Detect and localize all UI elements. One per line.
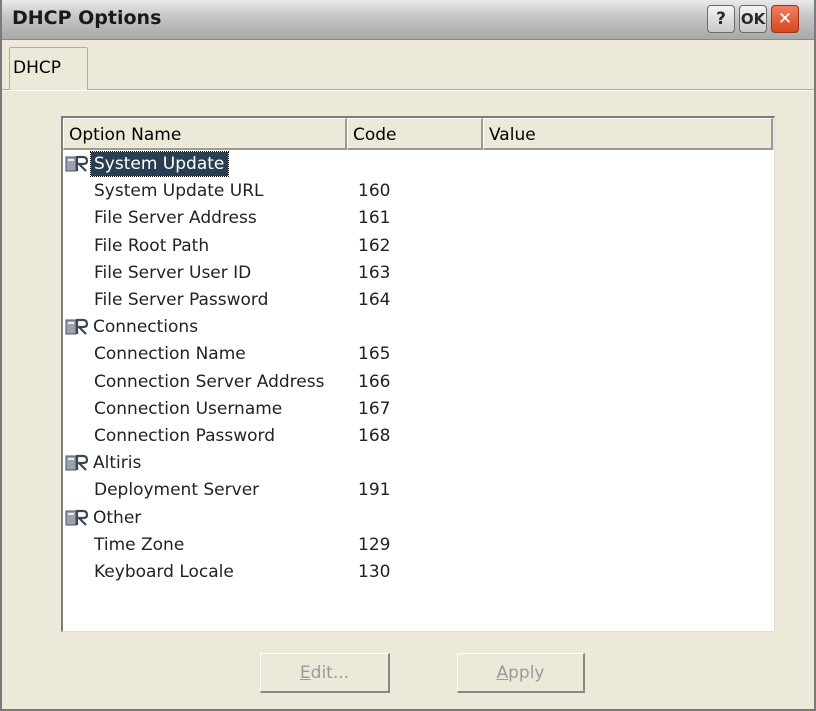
option-code: 165 xyxy=(358,344,391,365)
apply-label-rest: pply xyxy=(508,662,545,683)
option-code: 163 xyxy=(358,262,391,283)
option-name: File Server Password xyxy=(94,290,269,310)
option-name: Connection Password xyxy=(94,426,275,446)
column-header-code[interactable]: Code xyxy=(347,118,483,150)
option-name: Other xyxy=(93,507,142,528)
option-name: Connection Username xyxy=(94,398,283,419)
apply-button[interactable]: Apply xyxy=(457,653,585,693)
help-button[interactable]: ? xyxy=(707,5,735,33)
option-code: 161 xyxy=(358,208,391,229)
table-row[interactable]: Connection Password 168 xyxy=(63,423,774,450)
apply-mnemonic: A xyxy=(496,662,509,683)
option-code: 160 xyxy=(358,181,391,202)
table-row[interactable]: Keyboard Locale 130 xyxy=(63,559,774,586)
column-header-option-name[interactable]: Option Name xyxy=(63,118,347,150)
table-row[interactable]: Connection Server Address 166 xyxy=(63,369,774,396)
table-row[interactable]: Connection Name 165 xyxy=(63,341,774,368)
option-code: 166 xyxy=(358,371,391,392)
option-name: System Update xyxy=(89,151,230,177)
table-row[interactable]: Time Zone 129 xyxy=(63,532,774,559)
option-name: Connection Server Address xyxy=(94,371,325,392)
option-name: File Server User ID xyxy=(94,262,252,283)
title-bar[interactable]: DHCP Options ? OK ✕ xyxy=(2,0,814,40)
option-code: 164 xyxy=(358,290,391,310)
option-code: 191 xyxy=(358,480,391,501)
window-title: DHCP Options xyxy=(12,7,162,29)
table-row[interactable]: File Server Address 161 xyxy=(63,205,774,232)
folder-key-icon xyxy=(65,319,89,335)
edit-mnemonic: E xyxy=(299,662,311,683)
option-code: 162 xyxy=(358,235,391,256)
list-group-row[interactable]: Connections xyxy=(63,314,774,341)
folder-key-icon xyxy=(65,509,89,526)
option-name: Altiris xyxy=(93,453,142,474)
table-row[interactable]: Deployment Server 191 xyxy=(63,477,774,504)
option-code: 167 xyxy=(358,398,391,419)
option-code: 130 xyxy=(358,562,391,582)
option-name: Time Zone xyxy=(94,534,185,555)
option-name: System Update URL xyxy=(94,181,264,202)
folder-key-icon xyxy=(65,155,89,172)
list-group-row[interactable]: Altiris xyxy=(63,450,774,477)
option-code: 129 xyxy=(358,534,391,555)
dhcp-options-window: DHCP Options ? OK ✕ DHCP Option Name Cod… xyxy=(0,0,816,711)
list-group-row[interactable]: System Update xyxy=(63,151,774,178)
option-name: Deployment Server xyxy=(94,480,260,501)
option-code: 168 xyxy=(358,426,391,446)
option-name: Connections xyxy=(93,317,199,338)
option-name: Connection Name xyxy=(94,344,246,365)
table-row[interactable]: Connection Username 167 xyxy=(63,396,774,423)
list-header: Option Name Code Value xyxy=(63,118,774,150)
table-row[interactable]: File Root Path 162 xyxy=(63,233,774,260)
table-row[interactable]: File Server User ID 163 xyxy=(63,260,774,287)
close-button[interactable]: ✕ xyxy=(771,5,799,33)
option-name: File Root Path xyxy=(94,235,210,256)
folder-key-icon xyxy=(65,455,89,471)
edit-button[interactable]: Edit... xyxy=(260,653,390,693)
edit-label-rest: dit... xyxy=(310,662,350,683)
option-name: File Server Address xyxy=(94,208,257,229)
dhcp-options-list[interactable]: Option Name Code Value System Update Syst… xyxy=(61,116,775,632)
option-name: Keyboard Locale xyxy=(94,562,234,582)
ok-button[interactable]: OK xyxy=(739,5,767,33)
tab-dhcp[interactable]: DHCP xyxy=(9,47,88,91)
column-header-value[interactable]: Value xyxy=(483,118,773,150)
list-group-row[interactable]: Other xyxy=(63,505,774,532)
table-row[interactable]: System Update URL 160 xyxy=(63,178,774,205)
table-row[interactable]: File Server Password 164 xyxy=(63,287,774,314)
